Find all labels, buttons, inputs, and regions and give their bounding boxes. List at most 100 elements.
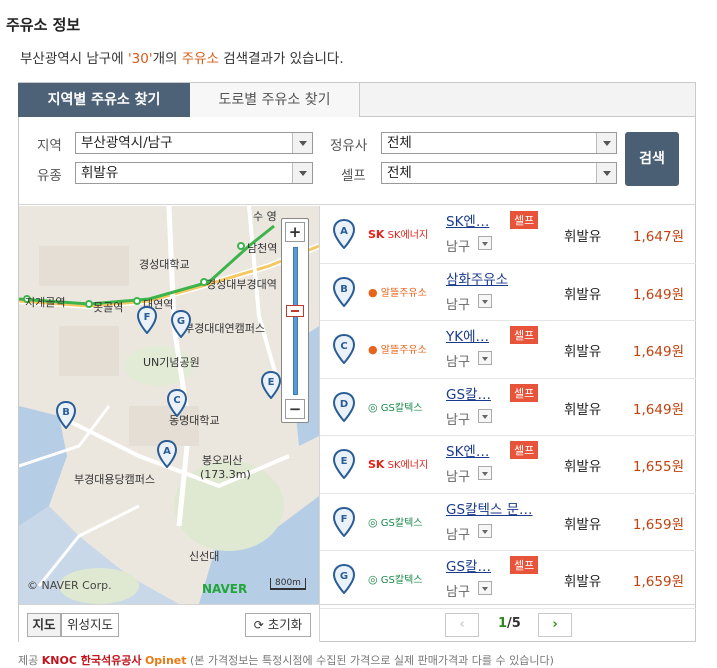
station-row[interactable]: A SK SK에너지 SK엔… 셀프 남구 휘발유 1,647원 (320, 206, 696, 264)
map-pin-e[interactable]: E (260, 370, 282, 403)
region-value: 부산광역시/남구 (81, 135, 173, 151)
svg-text:A: A (163, 446, 171, 457)
brand-logo: ◎ GS칼텍스 (368, 514, 432, 532)
chevron-down-icon[interactable] (478, 408, 492, 423)
zoom-out-button[interactable]: − (285, 399, 305, 419)
opinet-logo: Opinet (144, 654, 187, 667)
self-value: 전체 (387, 165, 412, 181)
marker-pin-icon[interactable]: F (332, 506, 356, 541)
marker-pin-icon[interactable]: A (332, 218, 356, 253)
map-pin-c[interactable]: C (166, 388, 188, 421)
fuel-type: 휘발유 (564, 229, 602, 245)
station-row[interactable]: E SK SK에너지 SK엔… 셀프 남구 휘발유 1,655원 (320, 436, 696, 494)
station-row[interactable]: B ● 알뜰주유소 삼화주유소 남구 휘발유 1,649원 (320, 264, 696, 321)
brand-text: GS칼텍스 (380, 575, 423, 586)
marker-pin-icon[interactable]: C (332, 333, 356, 368)
chevron-down-icon[interactable] (478, 581, 492, 595)
result-prefix: 부산광역시 남구에 (20, 51, 128, 67)
self-badge: 셀프 (510, 211, 539, 229)
chevron-down-icon[interactable] (478, 236, 492, 250)
refresh-icon: ⟳ (253, 618, 264, 632)
reset-label: 초기화 (267, 617, 303, 632)
station-district: 남구 (446, 470, 470, 485)
brand-text: SK에너지 (387, 230, 429, 241)
chevron-down-icon[interactable] (478, 293, 492, 308)
fuel-type: 휘발유 (564, 286, 602, 303)
brand-select[interactable]: 전체 (381, 132, 617, 154)
brand-mark-icon: SK (368, 458, 385, 471)
map-type-button[interactable]: 지도 (27, 613, 61, 637)
station-name-link[interactable]: YK에… (446, 325, 489, 345)
oil-value: 휘발유 (81, 165, 119, 181)
marker-pin-icon[interactable]: E (332, 448, 356, 483)
station-name-link[interactable]: 삼화주유소 (446, 268, 508, 288)
reset-button[interactable]: ⟳ 초기화 (245, 613, 311, 637)
self-badge: 셀프 (510, 441, 539, 459)
prev-page-button[interactable]: ‹ (445, 613, 479, 637)
svg-text:G: G (177, 316, 185, 327)
station-name-link[interactable]: GS칼… (446, 555, 491, 575)
station-name-link[interactable]: GS칼… (446, 383, 491, 403)
station-row[interactable]: C ● 알뜰주유소 YK에… 셀프 남구 휘발유 1,649원 (320, 321, 696, 379)
map-label-suyeong: 수 영 (253, 210, 277, 223)
region-select[interactable]: 부산광역시/남구 (75, 132, 313, 154)
chevron-down-icon[interactable] (478, 351, 492, 365)
self-badge: 셀프 (510, 383, 539, 402)
marker-pin-icon[interactable]: G (332, 563, 356, 598)
footer: 제공 KNOC 한국석유공사 Opinet (본 가격정보는 특정시점에 수집된… (18, 652, 554, 668)
svg-text:A: A (340, 226, 348, 237)
station-name-link[interactable]: SK엔… (446, 440, 489, 460)
station-panel: 지역별 주유소 찾기 도로별 주유소 찾기 지역 부산광역시/남구 유종 휘발유… (18, 82, 696, 642)
zoom-in-button[interactable]: + (285, 222, 305, 242)
map-view[interactable]: 경성대학교 남천역 경성대부경대역 지게골역 못골역 대연역 부경대대연캠퍼스 … (19, 206, 319, 604)
brand-text: GS칼텍스 (380, 402, 423, 414)
map-pin-g[interactable]: G (170, 309, 192, 342)
fuel-type: 휘발유 (564, 401, 602, 418)
station-row[interactable]: F ◎ GS칼텍스 GS칼텍스 문… 남구 휘발유 1,659원 (320, 494, 696, 551)
search-button[interactable]: 검색 (625, 132, 679, 186)
station-district: 남구 (446, 585, 470, 600)
marker-pin-icon[interactable]: B (332, 276, 356, 311)
map-label-un-park: UN기념공원 (143, 356, 200, 369)
brand-text: GS칼텍스 (380, 517, 423, 529)
fuel-type: 휘발유 (564, 344, 602, 360)
result-kind: 주유소 (181, 51, 219, 67)
station-name-link[interactable]: GS칼텍스 문… (446, 498, 533, 518)
fuel-type: 휘발유 (564, 574, 602, 590)
map-pin-b[interactable]: B (55, 400, 77, 433)
next-page-button[interactable]: › (538, 613, 572, 637)
chevron-down-icon[interactable] (478, 523, 492, 538)
pagination: ‹ 1/5 › (319, 604, 695, 642)
station-price: 1,659원 (632, 516, 684, 533)
map-copyright: © NAVER Corp. (27, 579, 112, 592)
satellite-button[interactable]: 위성지도 (61, 613, 119, 637)
station-row[interactable]: D ◎ GS칼텍스 GS칼… 셀프 남구 휘발유 1,649원 (320, 379, 696, 436)
station-row[interactable]: G ◎ GS칼텍스 GS칼… 셀프 남구 휘발유 1,659원 (320, 551, 696, 609)
map-label-bongori-height: (173.3m) (200, 468, 251, 481)
tab-region[interactable]: 지역별 주유소 찾기 (18, 83, 190, 117)
brand-mark-icon: ◎ (368, 515, 378, 529)
tab-road[interactable]: 도로별 주유소 찾기 (190, 83, 360, 117)
zoom-handle[interactable] (286, 305, 304, 317)
page-title: 주유소 정보 (6, 16, 81, 34)
filter-area: 지역 부산광역시/남구 유종 휘발유 정유사 전체 셀프 전체 검색 (19, 117, 695, 205)
svg-text:D: D (340, 399, 348, 410)
map-pin-f[interactable]: F (136, 305, 158, 338)
svg-text:F: F (341, 514, 348, 525)
zoom-track[interactable] (293, 247, 298, 395)
station-district: 남구 (446, 297, 470, 313)
map-pin-a[interactable]: A (156, 439, 178, 472)
station-district: 남구 (446, 412, 470, 428)
self-select[interactable]: 전체 (381, 162, 617, 184)
total-pages: /5 (507, 616, 521, 631)
station-name-link[interactable]: SK엔… (446, 210, 489, 230)
map-label-bongori: 봉오리산 (202, 454, 243, 467)
map-label-jigegol: 지게골역 (25, 296, 66, 309)
station-price: 1,649원 (632, 286, 684, 303)
chevron-down-icon[interactable] (478, 466, 492, 480)
brand-mark-icon: ◎ (368, 573, 378, 586)
svg-text:E: E (268, 377, 275, 388)
marker-pin-icon[interactable]: D (332, 391, 356, 426)
brand-text: 알뜰주유소 (380, 345, 427, 356)
oil-select[interactable]: 휘발유 (75, 162, 313, 184)
